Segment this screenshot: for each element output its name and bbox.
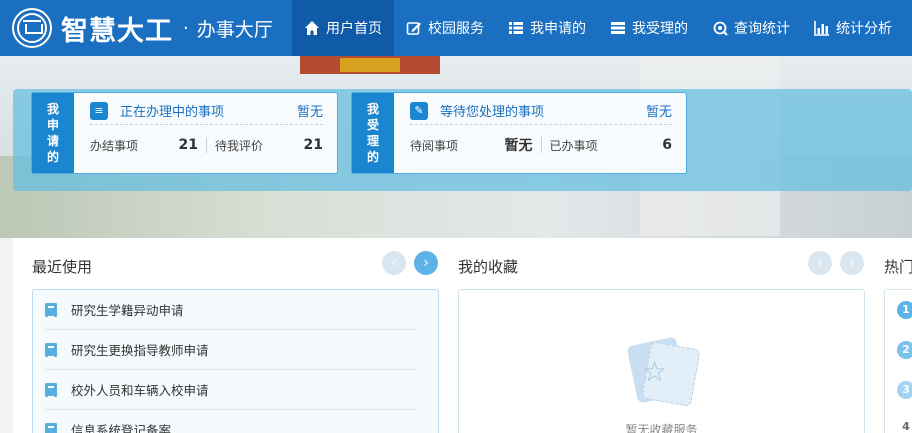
edit-icon — [406, 20, 422, 36]
nav-item-campus-services[interactable]: 校园服务 — [394, 0, 496, 56]
nav-item-my-handled[interactable]: 我受理的 — [598, 0, 700, 56]
nav-item-stats-analysis[interactable]: 统计分析 — [802, 0, 904, 56]
favorites-panel: ☆ 暂无收藏服务 — [458, 289, 865, 433]
completed-stat[interactable]: 办结事项 21 — [90, 137, 198, 154]
document-icon — [45, 382, 61, 398]
awaiting-link[interactable]: 等待您处理的事项 — [440, 101, 646, 120]
main-content: 最近使用 ‹ › 研究生学籍异动申请 研究生更换指导教师申请 校外人员和车辆入校… — [13, 238, 912, 433]
home-icon — [304, 20, 320, 36]
bar-chart-icon — [814, 20, 830, 36]
top-header: 智慧大工 · 办事大厅 用户首页 校园服务 我申请的 我受理的 查询统计 统计分… — [0, 0, 912, 56]
list-icon — [508, 20, 524, 36]
done-stat[interactable]: 已办事项 6 — [550, 137, 673, 154]
in-progress-status: 暂无 — [296, 105, 323, 120]
hero-banner: 我 申 请 的 ≡ 正在办理中的事项 暂无 办结事项 21 待我评价 21 我 … — [0, 56, 912, 238]
nav-item-label: 我申请的 — [530, 21, 586, 37]
brand-separator: · — [183, 17, 189, 39]
rank-badge: 3 — [897, 381, 912, 399]
list-item[interactable]: 信息系统登记备案 — [45, 410, 416, 433]
list-icon: ≡ — [90, 101, 108, 120]
inbox-icon — [610, 20, 626, 36]
nav-item-label: 查询统计 — [734, 21, 790, 37]
recent-prev-button[interactable]: ‹ — [382, 251, 406, 275]
document-icon — [45, 302, 61, 318]
favorites-next-button[interactable]: › — [840, 251, 864, 275]
nav-item-label: 我受理的 — [632, 21, 688, 37]
awaiting-status: 暂无 — [645, 105, 672, 120]
rank-badge: 4 — [902, 420, 910, 433]
nav-item-home[interactable]: 用户首页 — [292, 0, 394, 56]
rank-badge: 2 — [897, 341, 912, 359]
recent-list: 研究生学籍异动申请 研究生更换指导教师申请 校外人员和车辆入校申请 信息系统登记… — [32, 289, 439, 433]
favorites-empty-text: 暂无收藏服务 — [625, 423, 698, 433]
in-progress-link[interactable]: 正在办理中的事项 — [120, 101, 297, 120]
my-handled-card: 我 受 理 的 ✎ 等待您处理的事项 暂无 待阅事项 暂无 已办事项 6 — [351, 92, 687, 174]
nav-item-label: 统计分析 — [836, 21, 892, 37]
document-icon — [45, 422, 61, 433]
edit-icon: ✎ — [410, 101, 428, 120]
favorites-title: 我的收藏 — [458, 258, 519, 276]
list-item[interactable]: 研究生学籍异动申请 — [45, 290, 416, 330]
search-settings-icon — [712, 20, 728, 36]
list-item[interactable]: 研究生更换指导教师申请 — [45, 330, 416, 370]
nav-item-label: 校园服务 — [428, 21, 484, 37]
brand-name: 智慧大工 — [61, 15, 173, 47]
pending-review-stat[interactable]: 待我评价 21 — [215, 137, 323, 154]
university-logo-icon — [12, 8, 52, 48]
nav-item-label: 用户首页 — [326, 21, 382, 37]
my-applications-card: 我 申 请 的 ≡ 正在办理中的事项 暂无 办结事项 21 待我评价 21 — [31, 92, 338, 174]
rank-badge: 1 — [897, 301, 912, 319]
recent-next-button[interactable]: › — [414, 251, 438, 275]
hot-title: 热门 — [884, 258, 912, 276]
favorites-prev-button[interactable]: ‹ — [808, 251, 832, 275]
nav-item-my-applications[interactable]: 我申请的 — [496, 0, 598, 56]
empty-star-icon: ☆ — [624, 335, 704, 415]
card-tab-label: 我 受 理 的 — [352, 93, 394, 173]
to-read-stat[interactable]: 待阅事项 暂无 — [410, 135, 533, 155]
main-nav: 用户首页 校园服务 我申请的 我受理的 查询统计 统计分析 — [292, 0, 904, 56]
document-icon — [45, 342, 61, 358]
recent-title: 最近使用 — [32, 258, 93, 276]
card-tab-label: 我 申 请 的 — [32, 93, 74, 173]
list-item[interactable]: 校外人员和车辆入校申请 — [45, 370, 416, 410]
hot-panel: 1 2 3 4 — [884, 289, 912, 433]
logo-area[interactable]: 智慧大工 · 办事大厅 — [0, 0, 292, 56]
nav-item-query-stats[interactable]: 查询统计 — [700, 0, 802, 56]
brand-subtitle: 办事大厅 — [196, 18, 273, 41]
